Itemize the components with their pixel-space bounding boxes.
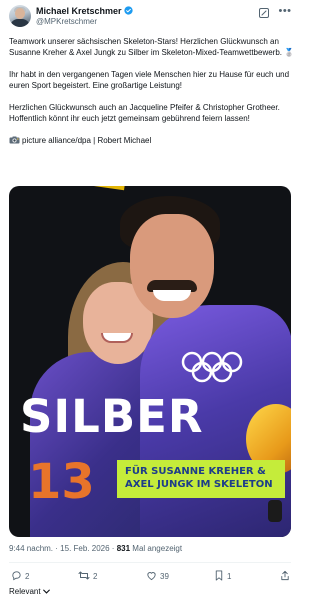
views-label: Mal angezeigt xyxy=(132,544,183,553)
avatar[interactable] xyxy=(9,5,31,27)
tweet-date[interactable]: 15. Feb. 2026 xyxy=(60,544,109,553)
tweet-header: Michael Kretschmer @MPKretschmer ••• xyxy=(6,4,295,30)
chevron-down-icon xyxy=(42,589,50,594)
divider xyxy=(9,562,291,563)
bookmark-count: 1 xyxy=(227,572,232,581)
like-count: 39 xyxy=(160,572,169,581)
repost-icon xyxy=(78,571,90,580)
share-button[interactable] xyxy=(280,570,293,584)
author-name[interactable]: Michael Kretschmer xyxy=(36,6,122,16)
like-button[interactable]: 39 xyxy=(146,570,169,584)
more-options-icon[interactable]: ••• xyxy=(278,5,292,19)
tweet-paragraph: Teamwork unserer sächsischen Skeleton-St… xyxy=(9,37,295,57)
reply-icon xyxy=(12,571,21,581)
sort-replies-dropdown[interactable]: Relevant xyxy=(9,587,50,596)
bookmark-button[interactable]: 1 xyxy=(214,570,231,584)
photo-credit-text: picture alliance/dpa | Robert Michael xyxy=(22,136,152,145)
views-count: 831 xyxy=(116,544,131,553)
separator: · xyxy=(55,544,58,553)
action-bar: 2 2 39 1 xyxy=(9,570,291,584)
sort-label: Relevant xyxy=(9,587,41,596)
tweet-paragraph: Ihr habt in den vergangenen Tagen viele … xyxy=(9,70,290,90)
share-icon xyxy=(281,570,289,581)
camera-icon xyxy=(9,136,20,144)
reply-count: 2 xyxy=(25,572,30,581)
tweet-paragraph: Herzlichen Glückwunsch auch an Jacquelin… xyxy=(9,103,280,123)
bookmark-icon xyxy=(215,570,223,581)
tweet-text: Teamwork unserer sächsischen Skeleton-St… xyxy=(9,36,295,157)
verified-badge-icon xyxy=(123,6,133,15)
reply-button[interactable]: 2 xyxy=(11,570,29,584)
repost-count: 2 xyxy=(93,572,98,581)
photo-credit: picture alliance/dpa | Robert Michael xyxy=(9,135,295,146)
tweet-media-image[interactable] xyxy=(9,186,291,537)
tweet-time[interactable]: 9:44 nachm. xyxy=(9,544,53,553)
repost-button[interactable]: 2 xyxy=(78,570,97,584)
tweet-timestamp[interactable]: 9:44 nachm. · 15. Feb. 2026 · 831 Mal an… xyxy=(9,544,182,553)
separator: · xyxy=(111,544,115,553)
heart-icon xyxy=(147,572,156,581)
author-name-row[interactable]: Michael Kretschmer xyxy=(36,6,133,16)
grok-icon[interactable] xyxy=(258,7,270,19)
author-handle[interactable]: @MPKretschmer xyxy=(36,17,97,26)
